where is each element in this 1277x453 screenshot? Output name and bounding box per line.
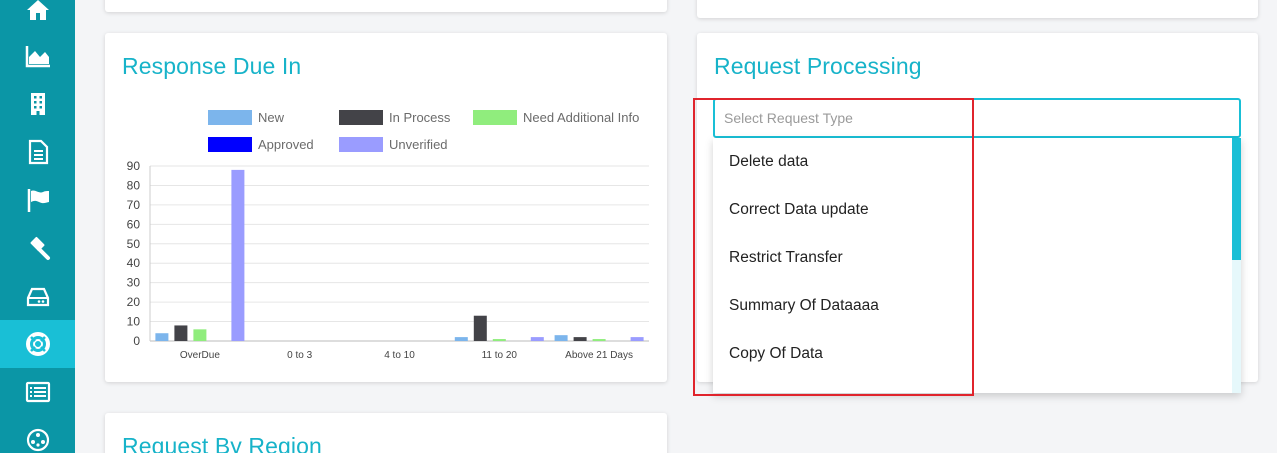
top-card-right	[697, 0, 1258, 18]
nav-documents[interactable]	[0, 128, 75, 176]
bar	[530, 337, 544, 341]
bar	[492, 339, 506, 341]
x-tick-label: Above 21 Days	[565, 350, 633, 361]
sidebar	[0, 0, 75, 453]
request-region-title: Request By Region	[122, 433, 322, 453]
x-tick-label: OverDue	[180, 350, 220, 361]
y-tick-label: 90	[127, 159, 141, 173]
option-copy-of-data[interactable]: Copy Of Data	[713, 330, 1233, 378]
y-tick-label: 80	[127, 178, 141, 192]
nav-network[interactable]	[0, 416, 75, 453]
x-tick-label: 0 to 3	[287, 350, 312, 361]
gavel-icon	[29, 236, 50, 260]
nav-organization[interactable]	[0, 80, 75, 128]
y-tick-label: 10	[127, 315, 141, 329]
y-tick-label: 20	[127, 295, 141, 309]
x-tick-label: 11 to 20	[482, 350, 518, 361]
y-tick-label: 0	[133, 334, 140, 348]
request-type-dropdown: Delete data Correct Data update Restrict…	[713, 138, 1241, 393]
y-tick-label: 30	[127, 276, 141, 290]
bar	[155, 333, 169, 341]
option-summary-of-data[interactable]: Summary Of Dataaaa	[713, 282, 1233, 330]
dropdown-scrollbar-thumb[interactable]	[1232, 138, 1241, 260]
hard-drive-icon	[26, 287, 49, 307]
bar	[592, 339, 606, 341]
request-type-select[interactable]	[713, 98, 1241, 138]
nav-records[interactable]	[0, 368, 75, 416]
home-icon	[26, 0, 49, 20]
top-card-left	[105, 0, 667, 12]
option-delete-data[interactable]: Delete data	[713, 138, 1233, 186]
response-due-bar-chart: 0 10 20 30 40 50 60 70 80 90 OverDue 0 to 3 4 to 10 1…	[127, 159, 649, 361]
request-region-card: Request By Region	[105, 413, 667, 453]
dropdown-scrollbar[interactable]	[1232, 138, 1241, 393]
area-chart-icon	[25, 46, 50, 68]
option-restrict-transfer[interactable]: Restrict Transfer	[713, 234, 1233, 282]
nav-legal[interactable]	[0, 224, 75, 272]
bar	[473, 315, 487, 341]
nav-storage[interactable]	[0, 272, 75, 320]
request-processing-title: Request Processing	[714, 53, 922, 79]
nav-home[interactable]	[0, 0, 75, 34]
nav-analytics[interactable]	[0, 32, 75, 80]
bar	[454, 337, 468, 341]
y-tick-label: 40	[127, 256, 141, 270]
y-tick-label: 70	[127, 198, 141, 212]
y-tick-label: 60	[127, 217, 141, 231]
document-icon	[28, 139, 48, 165]
bar	[193, 329, 207, 341]
flag-icon	[27, 189, 49, 212]
network-icon	[26, 428, 49, 452]
bar	[231, 169, 245, 341]
response-due-card: Response Due In New In Process Need Addi…	[105, 33, 667, 382]
y-tick-label: 50	[127, 237, 141, 251]
bar	[573, 337, 587, 341]
list-icon	[25, 381, 50, 403]
option-correct-data-update[interactable]: Correct Data update	[713, 186, 1233, 234]
bar	[630, 337, 644, 341]
nav-support[interactable]	[0, 320, 75, 368]
bar	[554, 335, 568, 341]
life-ring-icon	[25, 332, 50, 356]
building-icon	[30, 93, 45, 115]
bar	[174, 325, 188, 341]
nav-flags[interactable]	[0, 176, 75, 224]
x-tick-label: 4 to 10	[384, 350, 415, 361]
